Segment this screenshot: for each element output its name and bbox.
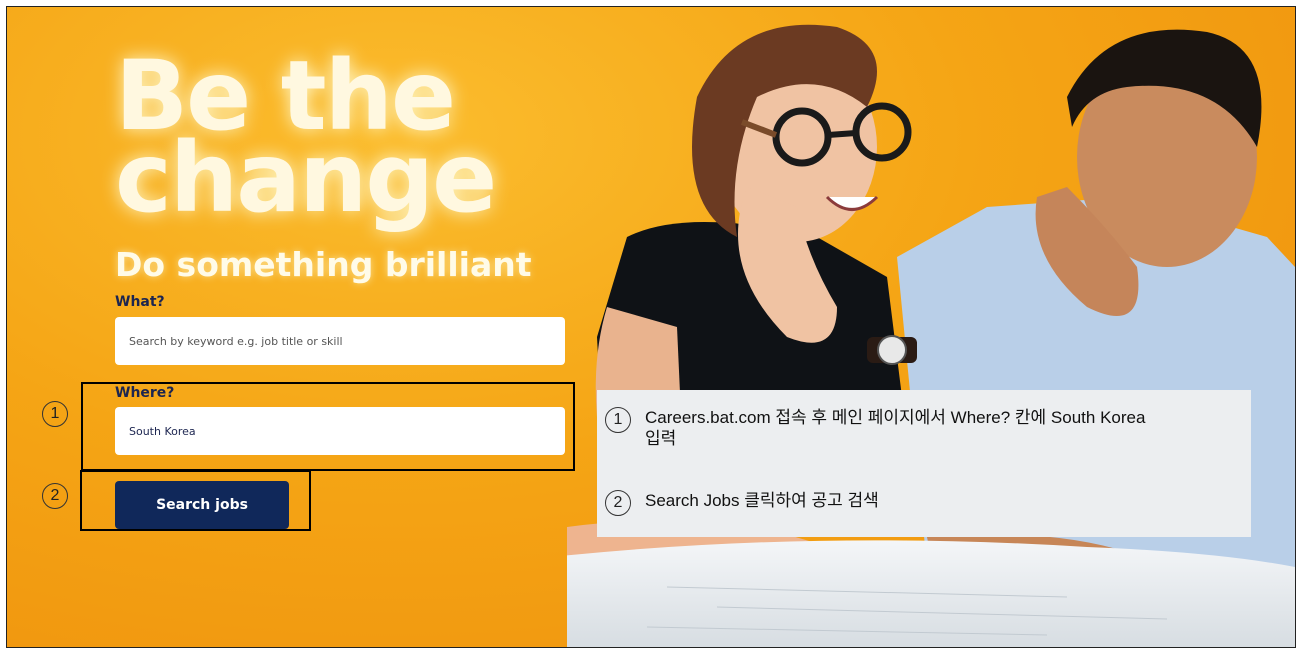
step-2-instruction: Search Jobs 클릭하여 공고 검색 <box>645 491 879 510</box>
step-2-side-marker: 2 <box>42 483 68 509</box>
what-search-input[interactable] <box>115 317 565 365</box>
step-1-instruction: Careers.bat.com 접속 후 메인 페이지에서 Where? 칸에 … <box>645 408 1146 448</box>
hero-headline: Be the change <box>115 40 497 234</box>
search-jobs-button[interactable]: Search jobs <box>115 481 289 529</box>
hero-subheadline: Do something brilliant <box>115 245 532 284</box>
hero-photo <box>567 24 1295 647</box>
instruction-panel: 1 Careers.bat.com 접속 후 메인 페이지에서 Where? 칸… <box>597 390 1251 537</box>
where-label: Where? <box>115 385 175 401</box>
step-2-marker: 2 <box>605 490 631 516</box>
where-search-input[interactable] <box>115 407 565 455</box>
step-1-marker: 1 <box>605 407 631 433</box>
what-label: What? <box>115 294 165 310</box>
step-1-side-marker: 1 <box>42 401 68 427</box>
hero-banner: Be the change Do something brilliant What… <box>7 7 1295 647</box>
